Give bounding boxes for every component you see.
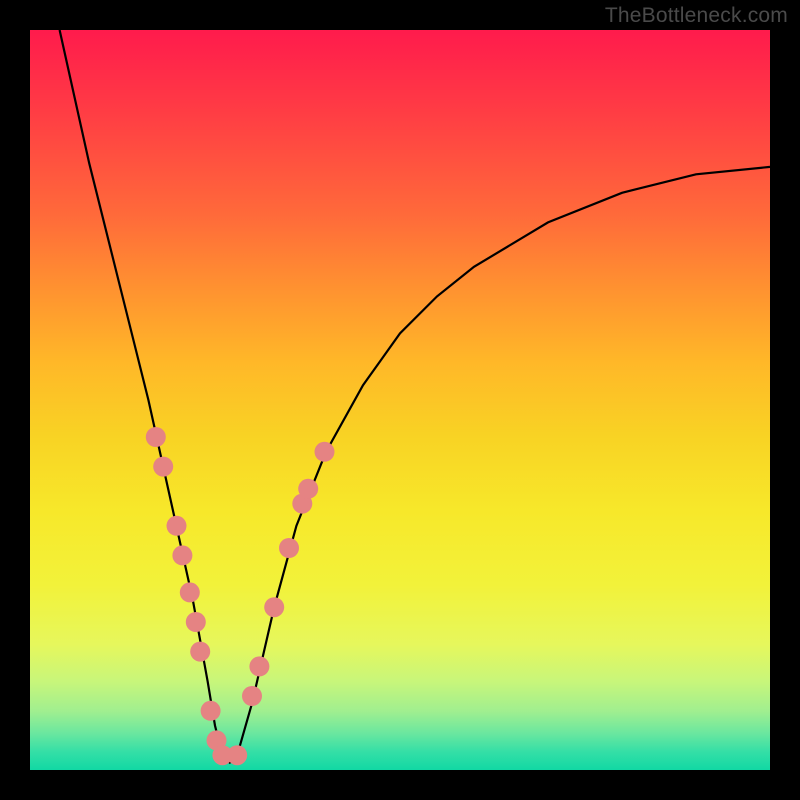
data-marker: [264, 597, 284, 617]
chart-container: TheBottleneck.com: [0, 0, 800, 800]
data-marker: [167, 516, 187, 536]
data-marker: [298, 479, 318, 499]
data-marker: [190, 642, 210, 662]
data-marker: [172, 545, 192, 565]
data-marker: [186, 612, 206, 632]
data-marker: [242, 686, 262, 706]
chart-svg: [30, 30, 770, 770]
data-marker: [201, 701, 221, 721]
data-marker: [249, 656, 269, 676]
plot-area: [30, 30, 770, 770]
markers-group: [146, 427, 335, 765]
watermark-label: TheBottleneck.com: [605, 4, 788, 28]
data-marker: [279, 538, 299, 558]
data-marker: [153, 457, 173, 477]
data-marker: [315, 442, 335, 462]
bottleneck-curve: [60, 30, 770, 763]
data-marker: [227, 745, 247, 765]
data-marker: [146, 427, 166, 447]
data-marker: [180, 582, 200, 602]
